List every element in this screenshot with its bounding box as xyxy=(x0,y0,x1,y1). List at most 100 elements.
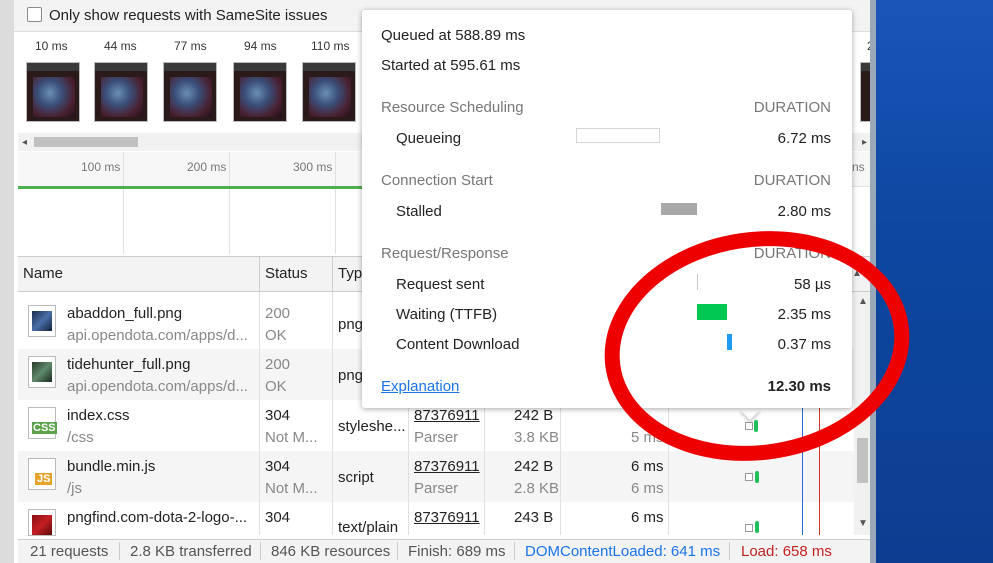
status-text: OK xyxy=(265,378,287,395)
status-divider xyxy=(260,542,261,560)
request-type: script xyxy=(338,469,374,486)
request-name[interactable]: abaddon_full.png xyxy=(67,305,182,322)
initiator-link[interactable]: 87376911 xyxy=(414,509,480,526)
duration-header: DURATION xyxy=(753,172,831,189)
waterfall-ttfb-bar[interactable] xyxy=(755,521,759,533)
column-gridline xyxy=(259,292,260,535)
request-path: api.opendota.com/apps/d... xyxy=(67,327,248,344)
request-time: 6 ms xyxy=(631,509,664,526)
initiator-type: Parser xyxy=(414,480,459,497)
finish-time: Finish: 689 ms xyxy=(408,543,506,560)
timing-value: 6.72 ms xyxy=(777,130,831,147)
scroll-left-icon[interactable]: ◂ xyxy=(22,137,27,148)
request-name[interactable]: pngfind.com-dota-2-logo-... xyxy=(67,509,247,526)
section-title: Resource Scheduling xyxy=(381,99,524,116)
explanation-link[interactable]: Explanation xyxy=(381,378,459,395)
initiator-type: Parser xyxy=(414,429,459,446)
request-type: text/plain xyxy=(338,519,399,536)
request-size: 243 B xyxy=(514,509,554,526)
status-text: Not M... xyxy=(265,429,318,446)
request-name[interactable]: tidehunter_full.png xyxy=(67,356,190,373)
filmstrip-time: 10 ms xyxy=(35,39,68,53)
filmstrip-frame[interactable] xyxy=(163,62,217,122)
column-name[interactable]: Name xyxy=(23,265,63,282)
filmstrip-time: 94 ms xyxy=(244,39,277,53)
table-scroll-thumb[interactable] xyxy=(857,438,868,483)
status-divider xyxy=(514,542,515,560)
section-title: Request/Response xyxy=(381,245,509,262)
request-type: styleshe... xyxy=(338,418,406,435)
filmstrip-frame[interactable] xyxy=(302,62,356,122)
status-code: 200 xyxy=(265,305,291,322)
status-code: 304 xyxy=(265,407,291,424)
image-file-icon xyxy=(28,509,56,536)
waterfall-queue-bar[interactable] xyxy=(745,524,753,532)
column-divider[interactable] xyxy=(259,256,260,292)
request-type: png xyxy=(338,367,364,384)
status-text: OK xyxy=(265,327,287,344)
initiator-link[interactable]: 87376911 xyxy=(414,407,480,424)
section-title: Connection Start xyxy=(381,172,493,189)
overview-gridline xyxy=(229,152,230,254)
status-divider xyxy=(119,542,120,560)
duration-header: DURATION xyxy=(753,99,831,116)
request-path: api.opendota.com/apps/d... xyxy=(67,378,248,395)
request-name[interactable]: bundle.min.js xyxy=(67,458,155,475)
image-file-icon xyxy=(28,356,56,388)
column-type[interactable]: Typ xyxy=(338,265,362,282)
request-path: /js xyxy=(67,480,82,497)
started-at: Started at 595.61 ms xyxy=(381,57,521,74)
timing-label: Queueing xyxy=(396,130,462,147)
request-path: /css xyxy=(67,429,94,446)
resource-size: 3.8 KB xyxy=(514,429,560,446)
timing-label: Content Download xyxy=(396,336,520,353)
filmstrip-scroll-thumb[interactable] xyxy=(34,137,138,147)
scroll-down-icon[interactable]: ▼ xyxy=(858,518,868,529)
filmstrip-time: 77 ms xyxy=(174,39,207,53)
request-size: 242 B xyxy=(514,407,554,424)
request-time: 6 ms xyxy=(631,458,664,475)
image-file-icon xyxy=(28,305,56,337)
overview-tick: 300 ms xyxy=(293,160,333,174)
queueing-bar xyxy=(576,128,660,143)
overview-tick: 100 ms xyxy=(81,160,121,174)
filmstrip-frame[interactable] xyxy=(26,62,80,122)
request-latency: 6 ms xyxy=(631,480,664,497)
request-name[interactable]: index.css xyxy=(67,407,130,424)
status-divider xyxy=(729,542,730,560)
samesite-checkbox[interactable] xyxy=(27,7,42,22)
column-divider[interactable] xyxy=(332,256,333,292)
scroll-right-icon[interactable]: ▸ xyxy=(862,137,867,148)
waterfall-ttfb-bar[interactable] xyxy=(755,471,759,483)
filmstrip-frame[interactable] xyxy=(94,62,148,122)
timing-label: Request sent xyxy=(396,276,485,293)
js-file-icon: JS xyxy=(28,458,56,490)
samesite-label[interactable]: Only show requests with SameSite issues xyxy=(49,7,327,24)
status-text: Not M... xyxy=(265,480,318,497)
overview-tick: 200 ms xyxy=(187,160,227,174)
column-status[interactable]: Status xyxy=(265,265,308,282)
initiator-link[interactable]: 87376911 xyxy=(414,458,480,475)
load-time: Load: 658 ms xyxy=(741,543,832,560)
stalled-bar xyxy=(661,203,697,215)
left-gutter xyxy=(0,0,14,563)
request-size: 242 B xyxy=(514,458,554,475)
status-code: 304 xyxy=(265,509,291,526)
filmstrip-frame[interactable] xyxy=(860,62,870,122)
queued-at: Queued at 588.89 ms xyxy=(381,27,526,44)
dom-content-loaded-time: DOMContentLoaded: 641 ms xyxy=(525,543,721,560)
status-divider xyxy=(397,542,398,560)
filmstrip-frame[interactable] xyxy=(233,62,287,122)
overview-activity-line xyxy=(18,186,368,189)
column-gridline xyxy=(332,292,333,535)
timing-label: Stalled xyxy=(396,203,442,220)
request-count: 21 requests xyxy=(30,543,109,560)
css-file-icon: CSS xyxy=(28,407,57,439)
filmstrip-time: 44 ms xyxy=(104,39,137,53)
waterfall-queue-bar[interactable] xyxy=(745,473,753,481)
transferred-size: 2.8 KB transferred xyxy=(130,543,252,560)
status-code: 200 xyxy=(265,356,291,373)
timing-label: Waiting (TTFB) xyxy=(396,306,498,323)
request-type: png xyxy=(338,316,364,333)
desktop-background xyxy=(876,0,993,563)
